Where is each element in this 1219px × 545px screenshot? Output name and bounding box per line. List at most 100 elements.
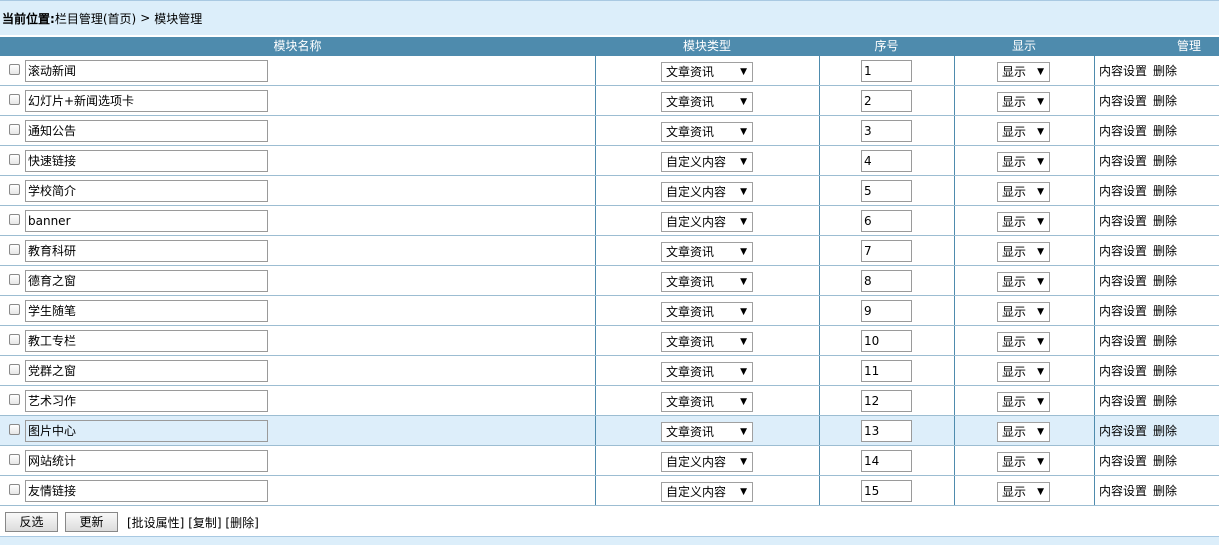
module-name-input[interactable]: 通知公告: [25, 120, 268, 142]
module-name-input[interactable]: banner: [25, 210, 268, 232]
breadcrumb-link-column-management[interactable]: 栏目管理(首页): [55, 10, 136, 27]
order-input[interactable]: 9: [861, 300, 912, 322]
content-settings-link[interactable]: 内容设置: [1099, 274, 1147, 288]
module-type-select[interactable]: 文章资讯 ▼: [661, 362, 753, 382]
display-select[interactable]: 显示 ▼: [997, 272, 1050, 292]
row-checkbox[interactable]: [9, 484, 20, 495]
display-select[interactable]: 显示 ▼: [997, 332, 1050, 352]
batch-attributes-link[interactable]: [批设属性]: [127, 516, 184, 530]
module-type-select[interactable]: 文章资讯 ▼: [661, 332, 753, 352]
delete-link[interactable]: 删除: [1153, 394, 1177, 408]
order-input[interactable]: 12: [861, 390, 912, 412]
delete-link[interactable]: 删除: [1153, 454, 1177, 468]
content-settings-link[interactable]: 内容设置: [1099, 154, 1147, 168]
delete-link[interactable]: 删除: [1153, 214, 1177, 228]
delete-link[interactable]: 删除: [1153, 304, 1177, 318]
module-type-select[interactable]: 文章资讯 ▼: [661, 302, 753, 322]
delete-link[interactable]: 删除: [1153, 154, 1177, 168]
order-input[interactable]: 8: [861, 270, 912, 292]
content-settings-link[interactable]: 内容设置: [1099, 124, 1147, 138]
row-checkbox[interactable]: [9, 274, 20, 285]
delete-link[interactable]: 删除: [1153, 244, 1177, 258]
display-select[interactable]: 显示 ▼: [997, 242, 1050, 262]
display-select[interactable]: 显示 ▼: [997, 182, 1050, 202]
module-name-input[interactable]: 教工专栏: [25, 330, 268, 352]
delete-link[interactable]: 删除: [1153, 64, 1177, 78]
order-input[interactable]: 4: [861, 150, 912, 172]
content-settings-link[interactable]: 内容设置: [1099, 394, 1147, 408]
delete-link[interactable]: 删除: [1153, 484, 1177, 498]
module-type-select[interactable]: 自定义内容 ▼: [661, 182, 753, 202]
content-settings-link[interactable]: 内容设置: [1099, 94, 1147, 108]
content-settings-link[interactable]: 内容设置: [1099, 334, 1147, 348]
display-select[interactable]: 显示 ▼: [997, 452, 1050, 472]
module-name-input[interactable]: 学生随笔: [25, 300, 268, 322]
module-name-input[interactable]: 图片中心: [25, 420, 268, 442]
module-type-select[interactable]: 文章资讯 ▼: [661, 272, 753, 292]
display-select[interactable]: 显示 ▼: [997, 422, 1050, 442]
order-input[interactable]: 14: [861, 450, 912, 472]
delete-link[interactable]: 删除: [1153, 364, 1177, 378]
row-checkbox[interactable]: [9, 94, 20, 105]
module-name-input[interactable]: 网站统计: [25, 450, 268, 472]
row-checkbox[interactable]: [9, 364, 20, 375]
display-select[interactable]: 显示 ▼: [997, 152, 1050, 172]
row-checkbox[interactable]: [9, 154, 20, 165]
module-name-input[interactable]: 幻灯片+新闻选项卡: [25, 90, 268, 112]
row-checkbox[interactable]: [9, 424, 20, 435]
module-name-input[interactable]: 快速链接: [25, 150, 268, 172]
content-settings-link[interactable]: 内容设置: [1099, 244, 1147, 258]
row-checkbox[interactable]: [9, 124, 20, 135]
row-checkbox[interactable]: [9, 244, 20, 255]
row-checkbox[interactable]: [9, 334, 20, 345]
row-checkbox[interactable]: [9, 454, 20, 465]
module-name-input[interactable]: 德育之窗: [25, 270, 268, 292]
display-select[interactable]: 显示 ▼: [997, 302, 1050, 322]
order-input[interactable]: 1: [861, 60, 912, 82]
display-select[interactable]: 显示 ▼: [997, 362, 1050, 382]
order-input[interactable]: 6: [861, 210, 912, 232]
module-name-input[interactable]: 学校简介: [25, 180, 268, 202]
update-button[interactable]: 更新: [65, 512, 118, 532]
module-name-input[interactable]: 友情链接: [25, 480, 268, 502]
delete-link[interactable]: 删除: [1153, 274, 1177, 288]
invert-selection-button[interactable]: 反选: [5, 512, 58, 532]
order-input[interactable]: 10: [861, 330, 912, 352]
row-checkbox[interactable]: [9, 214, 20, 225]
content-settings-link[interactable]: 内容设置: [1099, 454, 1147, 468]
module-name-input[interactable]: 党群之窗: [25, 360, 268, 382]
delete-selected-link[interactable]: [删除]: [225, 516, 258, 530]
module-type-select[interactable]: 自定义内容 ▼: [661, 212, 753, 232]
module-type-select[interactable]: 文章资讯 ▼: [661, 122, 753, 142]
row-checkbox[interactable]: [9, 64, 20, 75]
module-type-select[interactable]: 文章资讯 ▼: [661, 62, 753, 82]
delete-link[interactable]: 删除: [1153, 94, 1177, 108]
module-type-select[interactable]: 文章资讯 ▼: [661, 92, 753, 112]
order-input[interactable]: 5: [861, 180, 912, 202]
display-select[interactable]: 显示 ▼: [997, 62, 1050, 82]
order-input[interactable]: 13: [861, 420, 912, 442]
module-name-input[interactable]: 滚动新闻: [25, 60, 268, 82]
copy-link[interactable]: [复制]: [188, 516, 221, 530]
display-select[interactable]: 显示 ▼: [997, 122, 1050, 142]
delete-link[interactable]: 删除: [1153, 124, 1177, 138]
row-checkbox[interactable]: [9, 394, 20, 405]
display-select[interactable]: 显示 ▼: [997, 212, 1050, 232]
module-type-select[interactable]: 自定义内容 ▼: [661, 452, 753, 472]
module-name-input[interactable]: 艺术习作: [25, 390, 268, 412]
delete-link[interactable]: 删除: [1153, 184, 1177, 198]
order-input[interactable]: 11: [861, 360, 912, 382]
row-checkbox[interactable]: [9, 304, 20, 315]
content-settings-link[interactable]: 内容设置: [1099, 484, 1147, 498]
module-type-select[interactable]: 文章资讯 ▼: [661, 242, 753, 262]
content-settings-link[interactable]: 内容设置: [1099, 424, 1147, 438]
module-type-select[interactable]: 自定义内容 ▼: [661, 482, 753, 502]
order-input[interactable]: 7: [861, 240, 912, 262]
module-type-select[interactable]: 自定义内容 ▼: [661, 152, 753, 172]
row-checkbox[interactable]: [9, 184, 20, 195]
content-settings-link[interactable]: 内容设置: [1099, 184, 1147, 198]
order-input[interactable]: 2: [861, 90, 912, 112]
content-settings-link[interactable]: 内容设置: [1099, 364, 1147, 378]
delete-link[interactable]: 删除: [1153, 334, 1177, 348]
display-select[interactable]: 显示 ▼: [997, 92, 1050, 112]
